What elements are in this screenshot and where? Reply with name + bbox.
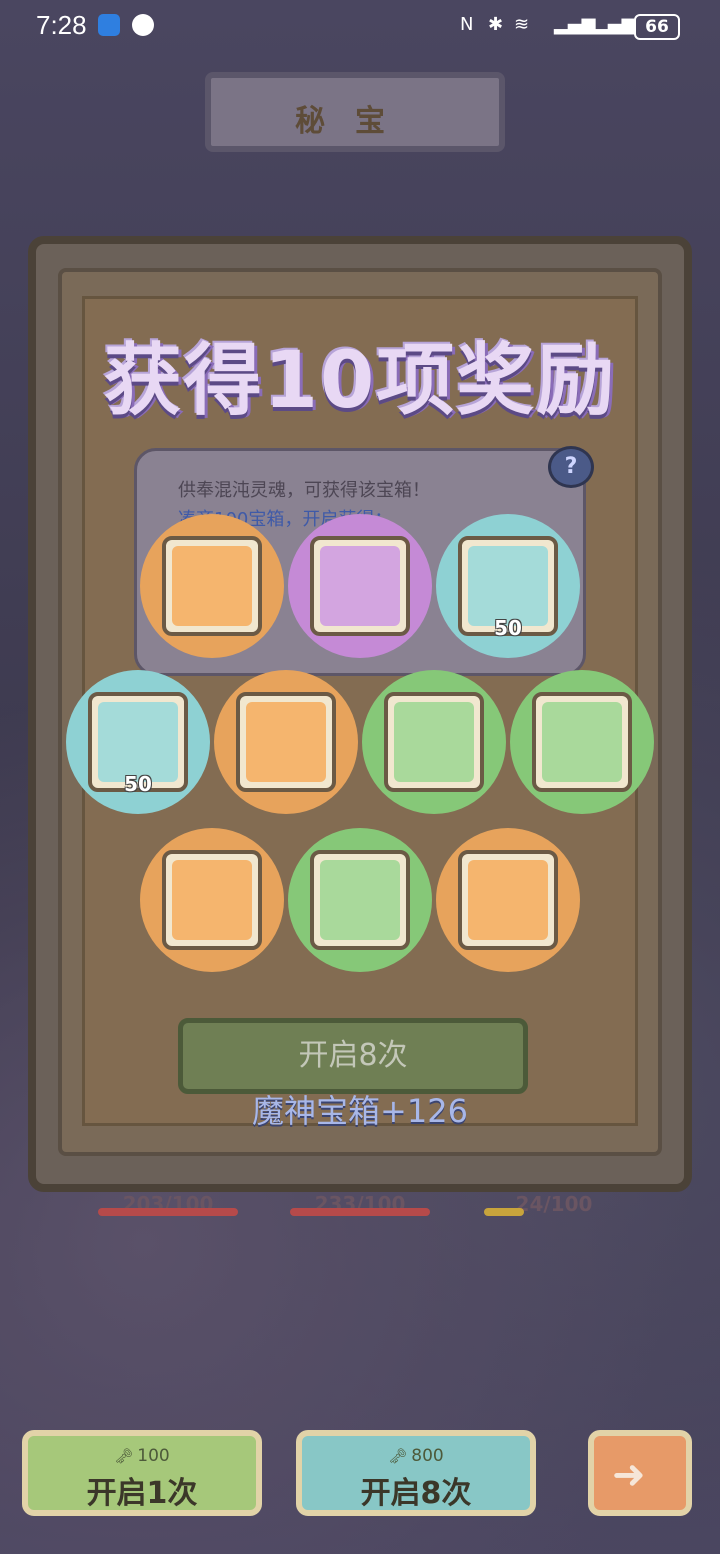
progress-fill-3	[484, 1208, 524, 1216]
description-text: 供奉混沌灵魂，可获得该宝箱！	[178, 480, 430, 501]
help-button[interactable]: ?	[548, 446, 594, 488]
reward-card	[310, 536, 410, 636]
reward-item-ring[interactable]	[214, 670, 358, 814]
open-8-main-button[interactable]: 开启8次	[178, 1018, 528, 1094]
signal-icon: ▂▄▆	[554, 14, 596, 35]
reward-card	[458, 850, 558, 950]
reward-card	[310, 850, 410, 950]
reward-card	[162, 850, 262, 950]
pearl-pendant-icon	[394, 702, 474, 782]
key-icon: 🗝	[114, 1447, 134, 1465]
wifi-icon: ≋	[514, 14, 530, 35]
reward-card	[384, 692, 484, 792]
open-8-cost-value: 800	[411, 1446, 444, 1466]
pearl-pendant-icon	[542, 702, 622, 782]
reward-card	[532, 692, 632, 792]
leaf-icon	[132, 14, 154, 36]
progress-bar-2: 233/100	[290, 1192, 430, 1216]
open-8-cost: 🗝 800	[302, 1446, 530, 1466]
progress-bar-1: 203/100	[98, 1192, 238, 1216]
reward-count: 50	[494, 616, 522, 640]
open-8-main-label: 开启8次	[298, 1038, 408, 1073]
next-button[interactable]: ➜	[588, 1430, 692, 1516]
reward-item-amulet[interactable]	[288, 514, 432, 658]
reward-item-dark-pearl-pendant[interactable]	[288, 828, 432, 972]
bluetooth-icon: ✱	[488, 14, 504, 35]
open-8-button[interactable]: 🗝 800 开启8次	[296, 1430, 536, 1516]
reward-item-ring[interactable]	[140, 514, 284, 658]
amulet-icon	[320, 546, 400, 626]
open-8-label: 开启8次	[360, 1476, 472, 1511]
reward-item-dark-pearl-pendant[interactable]	[362, 670, 506, 814]
open-1-cost: 🗝 100	[28, 1446, 256, 1466]
bonus-text: 魔神宝箱+126	[252, 1092, 468, 1130]
nfc-icon: N	[460, 14, 474, 35]
open-1-cost-value: 100	[137, 1446, 170, 1466]
paint-bucket-icon	[98, 702, 178, 782]
open-1-label: 开启1次	[86, 1476, 198, 1511]
status-time: 7:28	[36, 10, 87, 40]
reward-item-white-pearl-pendant[interactable]	[510, 670, 654, 814]
paint-bucket-icon	[468, 546, 548, 626]
open-1-button[interactable]: 🗝 100 开启1次	[22, 1430, 262, 1516]
signal-icon-2: ▂▄▆	[594, 14, 636, 35]
arrow-right-icon: ➜	[612, 1452, 646, 1498]
page-title-sign: 秘宝	[205, 72, 505, 152]
battery-icon: 66	[634, 14, 680, 40]
progress-label-3: 24/100	[515, 1192, 593, 1216]
progress-fill-1	[98, 1208, 238, 1216]
reward-card	[162, 536, 262, 636]
ring-icon	[468, 860, 548, 940]
status-bar: 7:28 N ✱ ≋ ▂▄▆ ▂▄▆ 66	[0, 0, 720, 56]
reward-count: 50	[124, 772, 152, 796]
ring-icon	[172, 546, 252, 626]
armor-icon	[172, 860, 252, 940]
reward-item-paint-bucket[interactable]: 50	[436, 514, 580, 658]
progress-bar-3: 24/100	[484, 1192, 624, 1216]
progress-fill-2	[290, 1208, 430, 1216]
reward-item-paint-bucket[interactable]: 50	[66, 670, 210, 814]
key-icon: 🗝	[388, 1447, 408, 1465]
ring-icon	[246, 702, 326, 782]
reward-item-ring[interactable]	[436, 828, 580, 972]
reward-title: 获得10项奖励	[103, 336, 617, 426]
app-icon	[98, 14, 120, 36]
pearl-pendant-icon	[320, 860, 400, 940]
reward-item-armor[interactable]	[140, 828, 284, 972]
page-title: 秘宝	[295, 104, 415, 139]
reward-card	[236, 692, 336, 792]
